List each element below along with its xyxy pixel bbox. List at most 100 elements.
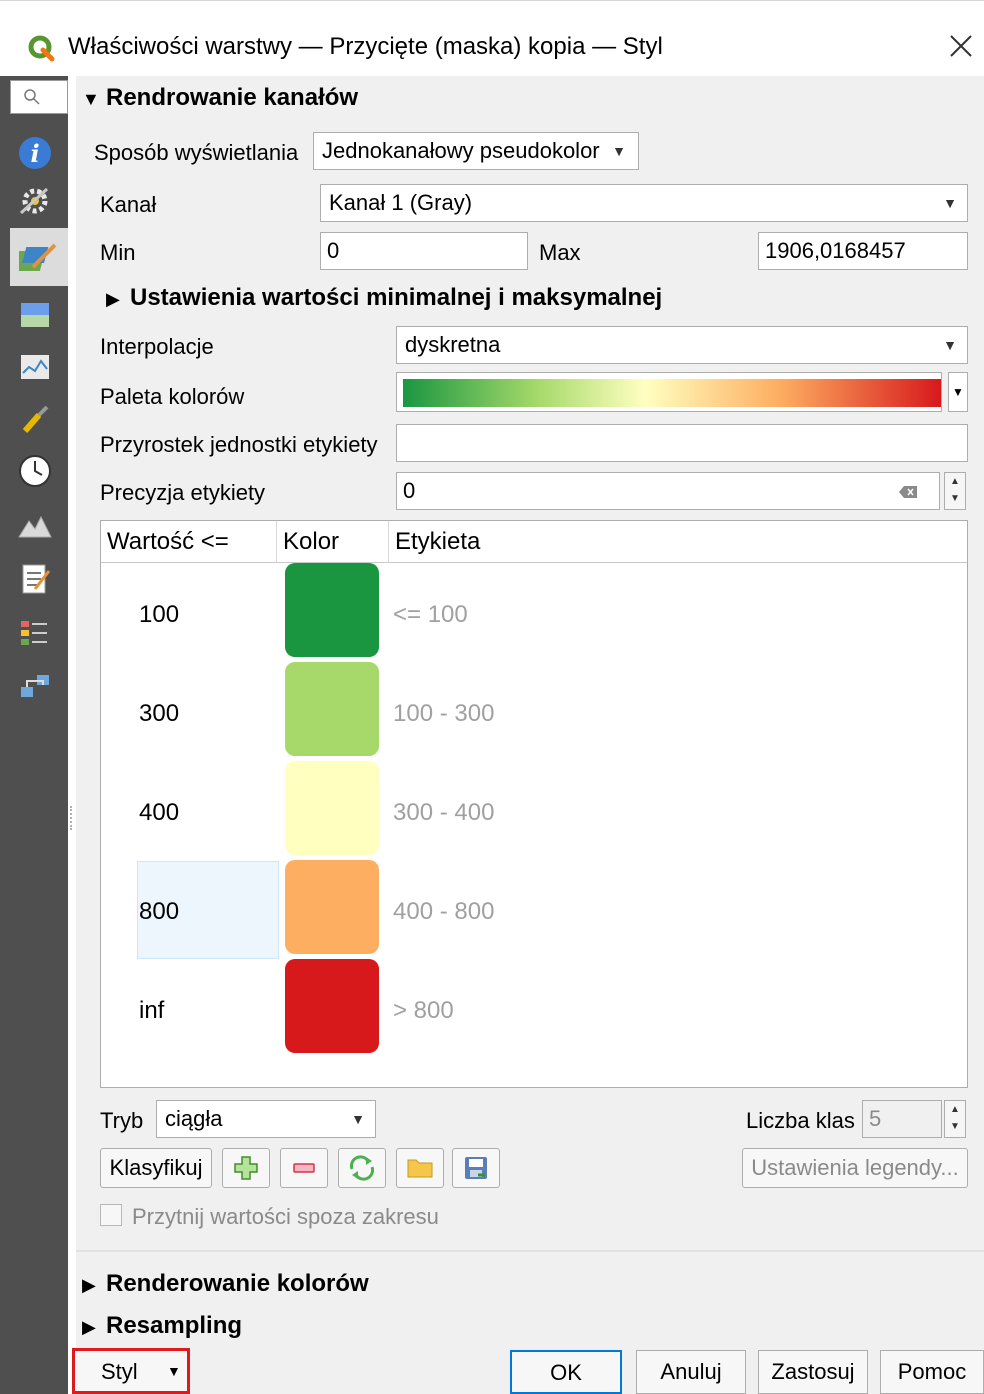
sidebar: i: [0, 76, 72, 1394]
load-colormap-button[interactable]: [396, 1148, 444, 1188]
color-ramp-dropdown[interactable]: ▼: [948, 372, 968, 412]
interpolation-select[interactable]: dyskretna ▼: [396, 326, 968, 364]
classes-input[interactable]: 5: [862, 1100, 942, 1138]
table-row-color-swatch[interactable]: [285, 860, 379, 954]
invert-icon: [349, 1155, 375, 1181]
metadata-icon[interactable]: [14, 558, 56, 600]
folder-icon: [407, 1159, 433, 1178]
table-row-label[interactable]: > 800: [393, 997, 454, 1025]
clip-out-of-range-label: Przytnij wartości spoza zakresu: [132, 1204, 439, 1229]
style-button-label: Styl: [101, 1359, 138, 1384]
splitter-handle[interactable]: [70, 806, 74, 830]
elevation-icon[interactable]: [14, 504, 56, 546]
legend-icon[interactable]: [14, 612, 56, 654]
chevron-down-icon: ▼: [943, 337, 957, 353]
minmax-settings-header[interactable]: ▶ Ustawienia wartości minimalnej i maksym…: [106, 284, 662, 312]
save-icon: [465, 1157, 487, 1179]
column-header-label[interactable]: Etykieta: [389, 521, 967, 563]
divider: [76, 1250, 984, 1252]
table-row-label[interactable]: <= 100: [393, 601, 468, 629]
search-icon: [24, 89, 40, 105]
precision-value: 0: [403, 478, 416, 503]
title-bar: Właściwości warstwy — Przycięte (maska) …: [0, 0, 984, 76]
temporal-icon[interactable]: [14, 450, 56, 492]
interpolation-value: dyskretna: [405, 332, 501, 357]
render-type-label: Sposób wyświetlania: [94, 140, 299, 165]
band-value: Kanał 1 (Gray): [329, 190, 473, 215]
render-type-value: Jednokanałowy pseudokolor: [322, 138, 600, 163]
legend-settings-button[interactable]: Ustawienia legendy...: [742, 1148, 968, 1188]
clear-icon[interactable]: [899, 486, 917, 498]
resampling-header[interactable]: ▶ Resampling: [82, 1312, 242, 1340]
rendering-icon[interactable]: [14, 398, 56, 440]
cancel-button[interactable]: Anuluj: [636, 1350, 746, 1394]
band-rendering-header[interactable]: ▼ Rendrowanie kanałów: [82, 84, 358, 112]
clip-out-of-range-checkbox[interactable]: [100, 1204, 122, 1226]
invert-ramp-button[interactable]: [338, 1148, 386, 1188]
table-row-label[interactable]: 400 - 800: [393, 898, 494, 926]
expand-right-icon: ▶: [82, 1317, 96, 1337]
add-class-button[interactable]: [222, 1148, 270, 1188]
min-input[interactable]: 0: [320, 232, 528, 270]
spin-up-icon: ▲: [950, 476, 960, 487]
color-classes-table[interactable]: Wartość <= Kolor Etykieta 100 <= 100 300…: [100, 520, 968, 1088]
table-row-color-swatch[interactable]: [285, 662, 379, 756]
table-row-value[interactable]: 400: [139, 799, 179, 827]
table-row-color-swatch[interactable]: [285, 959, 379, 1053]
collapse-down-icon: ▼: [82, 89, 100, 109]
ok-button[interactable]: OK: [510, 1350, 622, 1394]
suffix-label: Przyrostek jednostki etykiety: [100, 432, 378, 457]
mode-value: ciągła: [165, 1106, 223, 1131]
column-header-value[interactable]: Wartość <=: [101, 521, 277, 563]
table-row-value[interactable]: 800: [139, 898, 179, 926]
expand-right-icon: ▶: [82, 1275, 96, 1295]
classes-label: Liczba klas: [746, 1108, 855, 1133]
color-rendering-header[interactable]: ▶ Renderowanie kolorów: [82, 1270, 369, 1298]
settings-icon[interactable]: [14, 180, 56, 222]
chevron-down-icon: ▼: [351, 1111, 365, 1127]
color-ramp-button[interactable]: [396, 372, 942, 412]
classify-button[interactable]: Klasyfikuj: [100, 1148, 212, 1188]
mode-select[interactable]: ciągła ▼: [156, 1100, 376, 1138]
table-row-label[interactable]: 300 - 400: [393, 799, 494, 827]
histogram-icon[interactable]: [14, 346, 56, 388]
table-row-value[interactable]: 100: [139, 601, 179, 629]
chevron-down-icon: ▼: [943, 195, 957, 211]
precision-label: Precyzja etykiety: [100, 480, 266, 505]
apply-button[interactable]: Zastosuj: [758, 1350, 868, 1394]
info-icon[interactable]: i: [14, 132, 56, 174]
table-row-color-swatch[interactable]: [285, 563, 379, 657]
symbology-icon[interactable]: [10, 228, 68, 286]
close-icon[interactable]: [946, 31, 976, 61]
column-header-color[interactable]: Kolor: [277, 521, 389, 563]
remove-class-button[interactable]: [280, 1148, 328, 1188]
sidebar-search-input[interactable]: [10, 80, 68, 114]
table-row-value[interactable]: 300: [139, 700, 179, 728]
chevron-down-icon: ▼: [612, 143, 626, 159]
color-ramp-gradient: [403, 379, 941, 407]
table-row-label[interactable]: 100 - 300: [393, 700, 494, 728]
spin-up-icon: ▲: [950, 1104, 960, 1115]
chevron-down-icon: ▼: [952, 385, 964, 399]
expand-right-icon: ▶: [106, 289, 120, 309]
server-icon[interactable]: [14, 666, 56, 708]
chevron-down-icon: ▼: [167, 1363, 181, 1379]
suffix-input[interactable]: [396, 424, 968, 462]
band-select[interactable]: Kanał 1 (Gray) ▼: [320, 184, 968, 222]
max-input[interactable]: 1906,0168457: [758, 232, 968, 270]
spin-down-icon: ▼: [950, 1121, 960, 1132]
table-row-value[interactable]: inf: [139, 997, 164, 1025]
help-button[interactable]: Pomoc: [880, 1350, 984, 1394]
section-title: Renderowanie kolorów: [106, 1270, 369, 1297]
render-type-select[interactable]: Jednokanałowy pseudokolor ▼: [313, 132, 639, 170]
style-button[interactable]: Styl ▼: [72, 1348, 190, 1394]
classes-spinner[interactable]: ▲ ▼: [944, 1100, 966, 1138]
export-colormap-button[interactable]: [452, 1148, 500, 1188]
main-panel: ▼ Rendrowanie kanałów Sposób wyświetlania…: [76, 76, 984, 1394]
color-ramp-label: Paleta kolorów: [100, 384, 245, 409]
precision-spinner[interactable]: ▲ ▼: [944, 472, 966, 510]
precision-input[interactable]: 0: [396, 472, 940, 510]
spin-down-icon: ▼: [950, 493, 960, 504]
table-row-color-swatch[interactable]: [285, 761, 379, 855]
transparency-icon[interactable]: [14, 294, 56, 336]
